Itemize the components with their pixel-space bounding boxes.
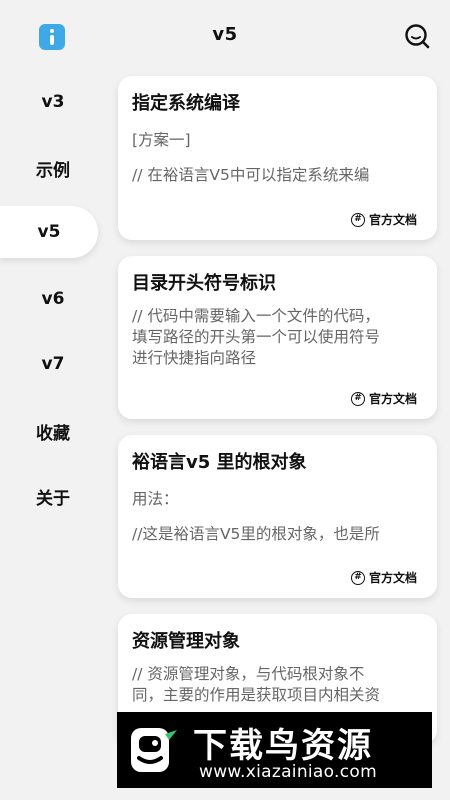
card-footer-label: 官方文档 [368,213,417,227]
hashtag-icon: # [350,570,365,585]
sidebar-item-label: 关于 [36,488,70,509]
official-docs-link[interactable]: # 官方文档 [350,390,417,407]
card-text-line [132,151,423,165]
article-card[interactable]: 指定系统编译 [方案一] // 在裕语言V5中可以指定系统来编 # 官方文档 [118,76,437,240]
card-title: 裕语言v5 里的根对象 [132,452,307,473]
card-text-line [132,510,423,524]
sidebar-item-examples[interactable]: 示例 [0,142,106,194]
sidebar-item-favorites[interactable]: 收藏 [0,405,106,457]
sidebar-item-label: 示例 [36,160,70,181]
hashtag-icon: # [350,391,365,406]
card-text-line: // 资源管理对象，与代码根对象不 [132,665,365,683]
banner-title: 下载鸟资源 [193,726,373,766]
official-docs-link[interactable]: # 官方文档 [350,569,417,586]
card-text-line: 同，主要的作用是获取项目内相关资 [132,686,381,704]
banner-url: www.xiazainiao.com [199,762,377,782]
sidebar-item-v5[interactable]: v5 [0,206,98,258]
hashtag-icon: # [350,212,365,227]
sidebar-item-label: v6 [41,289,65,309]
search-icon[interactable] [404,23,430,49]
card-text-line: 进行快捷指向路径 [132,349,257,367]
card-title: 指定系统编译 [132,93,240,114]
sidebar-item-v6[interactable]: v6 [0,273,106,325]
article-card[interactable]: 裕语言v5 里的根对象 用法： //这是裕语言V5里的根对象，也是所 # 官方文… [118,435,437,598]
page-title: v5 [212,24,238,45]
bird-logo-icon [131,728,177,772]
card-text-line: // 代码中需要输入一个文件的代码， [132,307,380,325]
card-footer-label: 官方文档 [368,571,417,585]
card-title: 资源管理对象 [132,631,240,652]
sidebar-item-about[interactable]: 关于 [0,470,106,522]
card-text-line: // 在裕语言V5中可以指定系统来编 [132,166,370,184]
card-text-line: 填写路径的开头第一个可以使用符号 [132,328,381,346]
card-footer-label: 官方文档 [368,392,417,406]
sidebar-item-v3[interactable]: v3 [0,76,106,128]
app-header: v5 [0,0,450,72]
official-docs-link[interactable]: # 官方文档 [350,211,417,228]
article-card[interactable]: 目录开头符号标识 // 代码中需要输入一个文件的代码， 填写路径的开头第一个可以… [118,256,437,419]
sidebar-item-label: v7 [41,354,65,374]
card-text-line: //这是裕语言V5里的根对象，也是所 [132,525,380,543]
card-title: 目录开头符号标识 [132,273,276,294]
watermark-banner: 下载鸟资源 www.xiazainiao.com [117,712,432,788]
card-text-line: [方案一] [132,131,191,149]
sidebar-item-v7[interactable]: v7 [0,338,106,390]
sidebar-item-label: v5 [37,222,61,242]
sidebar-item-label: 收藏 [36,423,70,444]
card-text-line: 用法： [132,490,179,508]
sidebar-item-label: v3 [41,92,65,112]
